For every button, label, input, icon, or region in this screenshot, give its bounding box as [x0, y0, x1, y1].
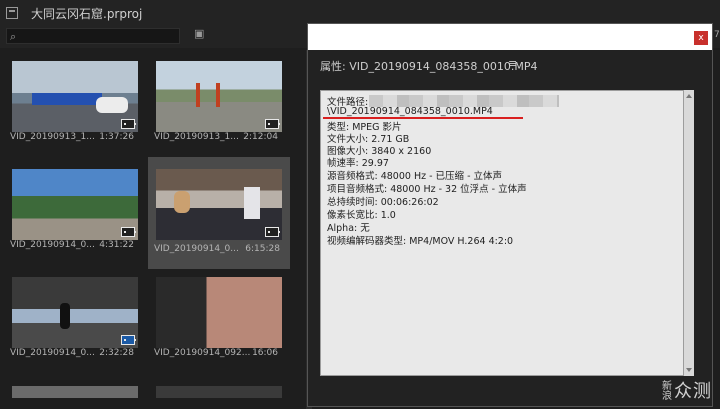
clip-type-icon	[265, 119, 280, 129]
prop-alpha: Alpha: 无	[327, 223, 370, 234]
clip-thumbnail-partial	[156, 386, 282, 398]
clip-duration: 16:06	[252, 348, 278, 358]
properties-panel: 文件路径: \VID_20190914_084358_0010.MP4 类型: …	[320, 90, 684, 376]
clip-thumbnail	[12, 277, 138, 348]
project-icon	[6, 7, 18, 19]
media-grid: VID_20190913_1... 1:37:26 VID_20190913_1…	[0, 50, 306, 409]
clip-thumbnail-partial	[12, 386, 138, 398]
clip-item[interactable]: VID_20190914_0... 2:32:28	[8, 272, 144, 372]
clip-item-selected[interactable]: VID_20190914_0... 6:15:28	[148, 157, 290, 269]
clip-duration: 1:37:26	[99, 132, 134, 142]
clip-thumbnail	[156, 61, 282, 132]
properties-header: 属性: VID_20190914_084358_0010.MP4	[320, 60, 538, 73]
clip-duration: 6:15:28	[245, 244, 280, 254]
prop-project-audio: 项目音频格式: 48000 Hz - 32 位浮点 - 立体声	[327, 184, 527, 195]
clip-thumbnail	[12, 169, 138, 240]
edge-label: 7	[714, 30, 720, 40]
window-titlebar[interactable]: x	[308, 24, 712, 50]
prop-source-audio: 源音频格式: 48000 Hz - 已压缩 - 立体声	[327, 171, 503, 182]
clip-duration: 4:31:22	[99, 240, 134, 250]
clip-item[interactable]: VID_20190913_1... 2:12:04	[152, 56, 288, 156]
prop-duration: 总持续时间: 00:06:26:02	[327, 197, 439, 208]
project-title: 大同云冈石窟.prproj	[31, 7, 143, 21]
clip-name: VID_20190914_0...	[154, 244, 239, 254]
panel-menu-icon[interactable]: ≡	[508, 57, 517, 70]
clip-type-icon	[265, 227, 280, 237]
scrollbar[interactable]	[684, 90, 694, 376]
clip-name: VID_20190913_1...	[10, 132, 95, 142]
search-input[interactable]: ⌕	[6, 28, 180, 44]
new-bin-icon[interactable]: ▣	[194, 28, 208, 40]
clip-item[interactable]: VID_20190914_092... 16:06	[152, 272, 288, 372]
clip-name: VID_20190914_0...	[10, 348, 95, 358]
clip-name: VID_20190914_092...	[154, 348, 251, 358]
clip-item[interactable]: VID_20190913_1... 1:37:26	[8, 56, 144, 156]
clip-thumbnail	[156, 277, 282, 348]
clip-name: VID_20190914_0...	[10, 240, 95, 250]
clip-duration: 2:32:28	[99, 348, 134, 358]
prop-pixel-aspect: 像素长宽比: 1.0	[327, 210, 396, 221]
prop-codec: 视频编解码器类型: MP4/MOV H.264 4:2:0	[327, 236, 514, 247]
clip-name: VID_20190913_1...	[154, 132, 239, 142]
clip-thumbnail	[12, 61, 138, 132]
clip-thumbnail	[156, 169, 282, 240]
clip-type-icon	[121, 119, 136, 129]
prop-file-path: \VID_20190914_084358_0010.MP4	[327, 106, 493, 117]
clip-type-icon	[121, 335, 136, 345]
close-button[interactable]: x	[694, 31, 708, 45]
clip-duration: 2:12:04	[243, 132, 278, 142]
prop-frame-rate: 帧速率: 29.97	[327, 158, 389, 169]
clip-type-icon	[121, 227, 136, 237]
watermark: 新浪众测	[662, 381, 712, 402]
search-icon: ⌕	[10, 30, 17, 43]
properties-window: x 属性: VID_20190914_084358_0010.MP4 ≡ 文件路…	[307, 23, 713, 407]
clip-item[interactable]: VID_20190914_0... 4:31:22	[8, 164, 144, 264]
